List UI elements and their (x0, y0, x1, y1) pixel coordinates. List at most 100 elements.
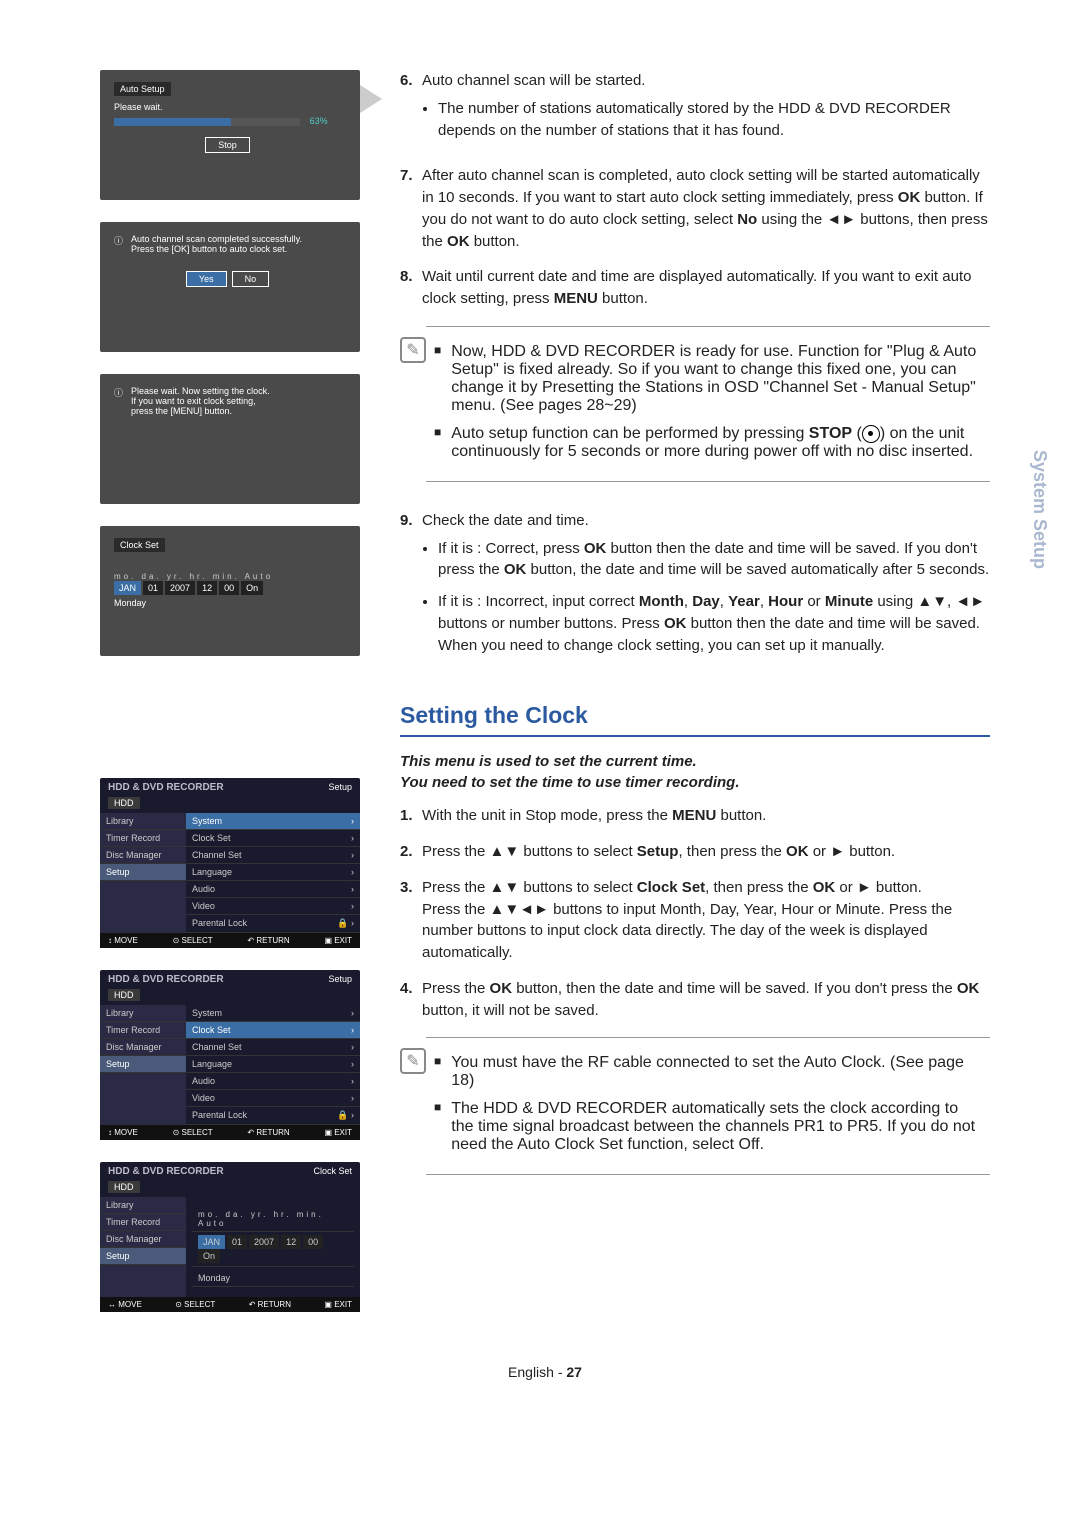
menu-left-disc[interactable]: Disc Manager (100, 847, 186, 864)
step-9-text: Check the date and time. (422, 512, 589, 529)
foot-return: ↶ RETURN (247, 1128, 289, 1137)
clock-intro: This menu is used to set the current tim… (400, 751, 990, 793)
clock-set-title: Clock Set (114, 538, 165, 552)
foot-return: ↶ RETURN (247, 936, 289, 945)
menu-left-timer[interactable]: Timer Record (100, 1214, 186, 1231)
screen-scan-complete: ⓘAuto channel scan completed successfull… (100, 222, 360, 352)
setting-clock-line3: press the [MENU] button. (131, 406, 270, 416)
clock-step-1: With the unit in Stop mode, press the ME… (422, 805, 990, 827)
menu-left-library[interactable]: Library (100, 1005, 186, 1022)
info-icon: ⓘ (114, 234, 123, 247)
clock-month[interactable]: JAN (114, 581, 141, 595)
menu-breadcrumb: Setup (328, 974, 352, 985)
menu-left-panel: Library Timer Record Disc Manager Setup (100, 1197, 186, 1297)
callout-1: ✎ Now, HDD & DVD RECORDER is ready for u… (426, 326, 990, 482)
menu-left-disc[interactable]: Disc Manager (100, 1039, 186, 1056)
hdd-badge: HDD (108, 989, 140, 1001)
step-num-c1: 1. (400, 805, 422, 827)
menu-system[interactable]: System› (186, 1005, 360, 1022)
clock-step-3: Press the ▲▼ buttons to select Clock Set… (422, 877, 990, 964)
clock-month[interactable]: JAN (198, 1235, 225, 1249)
step-9-bullet-2: If it is : Incorrect, input correct Mont… (438, 591, 990, 656)
foot-select: ⊙ SELECT (175, 1300, 215, 1309)
menu-video[interactable]: Video› (186, 1090, 360, 1107)
note-icon: ✎ (400, 1048, 426, 1074)
menu-left-panel: Library Timer Record Disc Manager Setup (100, 813, 186, 933)
progress-percent: 63% (310, 116, 328, 126)
menu-right-panel: System› Clock Set› Channel Set› Language… (186, 813, 360, 933)
step-num-c2: 2. (400, 841, 422, 863)
menu-left-setup[interactable]: Setup (100, 1248, 186, 1265)
step-7-text: After auto channel scan is completed, au… (422, 165, 990, 252)
step-6-text: Auto channel scan will be started. (422, 72, 645, 89)
menu-video[interactable]: Video› (186, 898, 360, 915)
callout-1-item-2: Auto setup function can be performed by … (451, 425, 982, 461)
heading-setting-clock: Setting the Clock (400, 702, 990, 737)
menu-left-library[interactable]: Library (100, 1197, 186, 1214)
clock-labels: mo. da. yr. hr. min. Auto (114, 572, 346, 581)
foot-exit: ▣ EXIT (324, 1300, 352, 1309)
no-button[interactable]: No (232, 271, 270, 287)
menu-breadcrumb: Clock Set (313, 1166, 352, 1177)
scan-complete-line2: Press the [OK] button to auto clock set. (131, 244, 302, 254)
screen-message: Please wait. (114, 102, 346, 112)
menu-parental[interactable]: Parental Lock🔒 › (186, 1107, 360, 1125)
menu-channelset[interactable]: Channel Set› (186, 1039, 360, 1056)
menu-left-library[interactable]: Library (100, 813, 186, 830)
step-num-c3: 3. (400, 877, 422, 964)
menu-left-setup[interactable]: Setup (100, 864, 186, 881)
clock-day[interactable]: 01 (143, 581, 163, 595)
clock-minute[interactable]: 00 (219, 581, 239, 595)
step-num-9: 9. (400, 510, 422, 667)
menu-audio[interactable]: Audio› (186, 1073, 360, 1090)
screen-clock-set: Clock Set mo. da. yr. hr. min. Auto JAN0… (100, 526, 360, 656)
note-icon: ✎ (400, 337, 426, 363)
clock-step-4: Press the OK button, then the date and t… (422, 978, 990, 1022)
menu-clockset[interactable]: Clock Set› (186, 830, 360, 847)
step-num-6: 6. (400, 70, 422, 151)
right-text-column: 6.Auto channel scan will be started. The… (400, 70, 990, 1334)
menu-language[interactable]: Language› (186, 864, 360, 881)
clock-year[interactable]: 2007 (249, 1235, 279, 1249)
menu-right-panel: System› Clock Set› Channel Set› Language… (186, 1005, 360, 1125)
menu-left-panel: Library Timer Record Disc Manager Setup (100, 1005, 186, 1125)
step-num-8: 8. (400, 266, 422, 310)
callout-2-item-2: The HDD & DVD RECORDER automatically set… (451, 1100, 982, 1154)
screen-auto-setup: Auto Setup Please wait. 63% Stop (100, 70, 360, 200)
menu-language[interactable]: Language› (186, 1056, 360, 1073)
page-footer: English - 27 (100, 1364, 990, 1380)
foot-move: ↔ MOVE (108, 1300, 142, 1309)
clock-labels: mo. da. yr. hr. min. Auto (192, 1207, 354, 1232)
stop-button[interactable]: Stop (205, 137, 250, 153)
step-num-c4: 4. (400, 978, 422, 1022)
menu-channelset[interactable]: Channel Set› (186, 847, 360, 864)
foot-select: ⊙ SELECT (173, 1128, 213, 1137)
setting-clock-line2: If you want to exit clock setting, (131, 396, 270, 406)
foot-select: ⊙ SELECT (173, 936, 213, 945)
step-8-text: Wait until current date and time are dis… (422, 266, 990, 310)
arrow-right-icon (360, 85, 382, 113)
left-screenshots-column: Auto Setup Please wait. 63% Stop ⓘAuto c… (100, 70, 360, 1334)
clock-minute[interactable]: 00 (303, 1235, 323, 1249)
menu-system[interactable]: System› (186, 813, 360, 830)
menu-parental[interactable]: Parental Lock🔒 › (186, 915, 360, 933)
clock-hour[interactable]: 12 (197, 581, 217, 595)
step-num-7: 7. (400, 165, 422, 252)
menu-clockset[interactable]: Clock Set› (186, 1022, 360, 1039)
yes-button[interactable]: Yes (186, 271, 227, 287)
clock-year[interactable]: 2007 (165, 581, 195, 595)
progress-bar: 63% (114, 118, 300, 126)
clock-auto[interactable]: On (241, 581, 263, 595)
callout-1-item-1: Now, HDD & DVD RECORDER is ready for use… (451, 343, 982, 415)
menu-left-timer[interactable]: Timer Record (100, 1022, 186, 1039)
menu-left-setup[interactable]: Setup (100, 1056, 186, 1073)
menu-audio[interactable]: Audio› (186, 881, 360, 898)
menu-left-timer[interactable]: Timer Record (100, 830, 186, 847)
side-tab-system-setup: System Setup (1029, 450, 1050, 569)
clock-weekday: Monday (114, 598, 346, 608)
clock-day[interactable]: 01 (227, 1235, 247, 1249)
clock-hour[interactable]: 12 (281, 1235, 301, 1249)
callout-2: ✎ You must have the RF cable connected t… (426, 1037, 990, 1175)
menu-left-disc[interactable]: Disc Manager (100, 1231, 186, 1248)
clock-auto[interactable]: On (198, 1249, 220, 1263)
